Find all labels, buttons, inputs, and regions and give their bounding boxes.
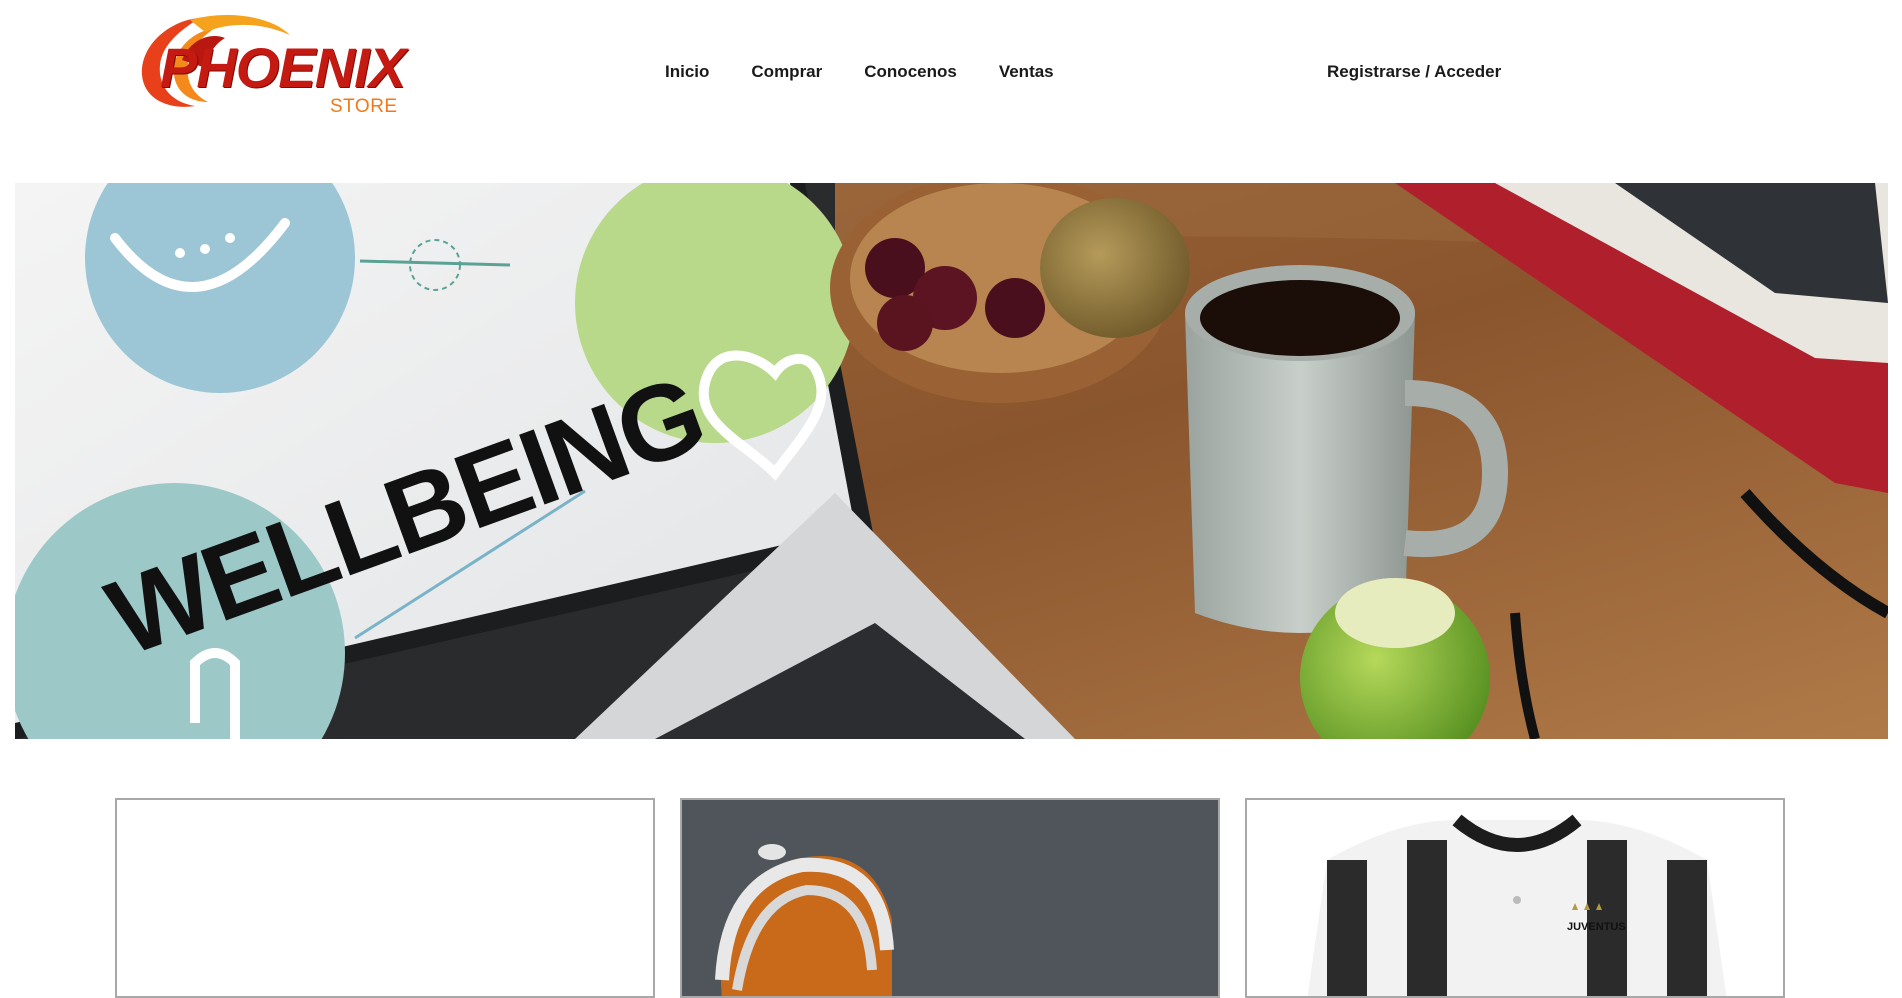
nav-inicio[interactable]: Inicio bbox=[665, 62, 709, 82]
phoenix-store-logo[interactable]: PHOENIX STORE bbox=[130, 10, 406, 120]
hero-image: WELLBEING bbox=[15, 183, 1888, 739]
logo-wordmark: PHOENIX bbox=[160, 36, 406, 99]
product-cards: JUVENTUS bbox=[0, 798, 1902, 998]
blank-product-image bbox=[117, 800, 653, 996]
product-card[interactable] bbox=[115, 798, 655, 998]
main-nav: Inicio Comprar Conocenos Ventas bbox=[665, 62, 1096, 82]
register-login-link[interactable]: Registrarse / Acceder bbox=[1327, 62, 1501, 82]
nav-conocenos[interactable]: Conocenos bbox=[864, 62, 957, 82]
logo-subtitle: STORE bbox=[330, 96, 398, 117]
headphones-product-image bbox=[682, 800, 1218, 996]
product-card[interactable] bbox=[680, 798, 1220, 998]
nav-ventas[interactable]: Ventas bbox=[999, 62, 1054, 82]
hero-banner: WELLBEING bbox=[15, 183, 1888, 739]
nav-comprar[interactable]: Comprar bbox=[751, 62, 822, 82]
site-header: PHOENIX STORE Inicio Comprar Conocenos V… bbox=[0, 0, 1902, 150]
product-card[interactable]: JUVENTUS bbox=[1245, 798, 1785, 998]
jersey-club-text: JUVENTUS bbox=[1567, 921, 1626, 933]
juventus-jersey-product-image: JUVENTUS bbox=[1247, 800, 1783, 996]
